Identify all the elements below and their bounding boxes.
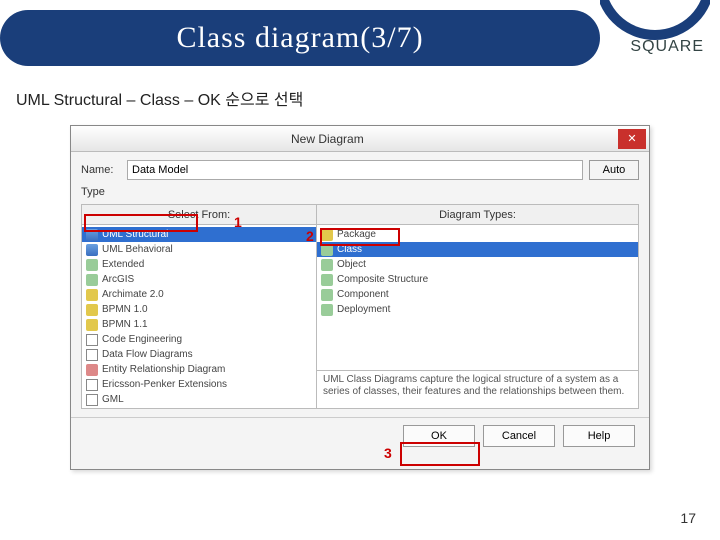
diagram-icon [321,289,333,301]
page-number: 17 [680,510,696,526]
list-item: Deployment [317,302,638,317]
category-icon [86,274,98,286]
cancel-button[interactable]: Cancel [483,425,555,447]
name-label: Name: [81,164,121,176]
type-table: Select From: UML Structural UML Behavior… [81,204,639,409]
auto-button[interactable]: Auto [589,160,639,180]
list-item: Extended [82,257,316,272]
uml-icon [86,229,98,241]
dialog-titlebar: New Diagram ✕ [71,126,649,152]
category-icon [86,364,98,376]
list-item: Ericsson-Penker Extensions [82,377,316,392]
diagram-types-list[interactable]: Package Class Object Composite Structure… [317,225,638,370]
list-item: ArcGIS [82,272,316,287]
type-label: Type [81,186,121,198]
dialog-footer: OK Cancel Help [71,417,649,453]
ok-button[interactable]: OK [403,425,475,447]
list-item: Archimate 2.0 [82,287,316,302]
category-icon [86,379,98,391]
diagram-icon [321,244,333,256]
list-item: Object [317,257,638,272]
dialog-title: New Diagram [71,126,364,152]
category-icon [86,394,98,406]
diagram-description: UML Class Diagrams capture the logical s… [317,370,638,408]
uml-icon [86,244,98,256]
list-item: Component [317,287,638,302]
list-item: BPMN 1.1 [82,317,316,332]
list-item: BPMN 1.0 [82,302,316,317]
brand-label: SQUARE [630,38,704,56]
diagram-icon [321,259,333,271]
list-item: GML [82,392,316,407]
select-from-header: Select From: [82,205,316,225]
new-diagram-dialog: New Diagram ✕ Name: Auto Type Select Fro… [70,125,650,470]
list-item: UML Structural [82,227,316,242]
category-icon [86,349,98,361]
list-item: Mind Mapping [82,407,316,408]
category-icon [86,259,98,271]
select-from-list[interactable]: UML Structural UML Behavioral Extended A… [82,225,316,408]
slide-title: Class diagram(3/7) [0,10,600,66]
list-item: Data Flow Diagrams [82,347,316,362]
callout-3-label: 3 [384,445,392,461]
category-icon [86,289,98,301]
list-item: Composite Structure [317,272,638,287]
slide-subtitle: UML Structural – Class – OK 순으로 선택 [16,86,704,110]
callout-2-label: 2 [306,228,314,244]
help-button[interactable]: Help [563,425,635,447]
list-item: Class [317,242,638,257]
list-item: UML Behavioral [82,242,316,257]
diagram-types-header: Diagram Types: [317,205,638,225]
list-item: Code Engineering [82,332,316,347]
list-item: Package [317,227,638,242]
category-icon [86,319,98,331]
dialog-body: Name: Auto Type Select From: UML Structu… [71,152,649,417]
list-item: Entity Relationship Diagram [82,362,316,377]
diagram-icon [321,304,333,316]
callout-1-label: 1 [234,214,242,230]
close-button[interactable]: ✕ [618,129,646,149]
diagram-icon [321,274,333,286]
name-input[interactable] [127,160,583,180]
diagram-icon [321,229,333,241]
slide-header: Class diagram(3/7) SQUARE [0,0,720,78]
category-icon [86,304,98,316]
category-icon [86,334,98,346]
